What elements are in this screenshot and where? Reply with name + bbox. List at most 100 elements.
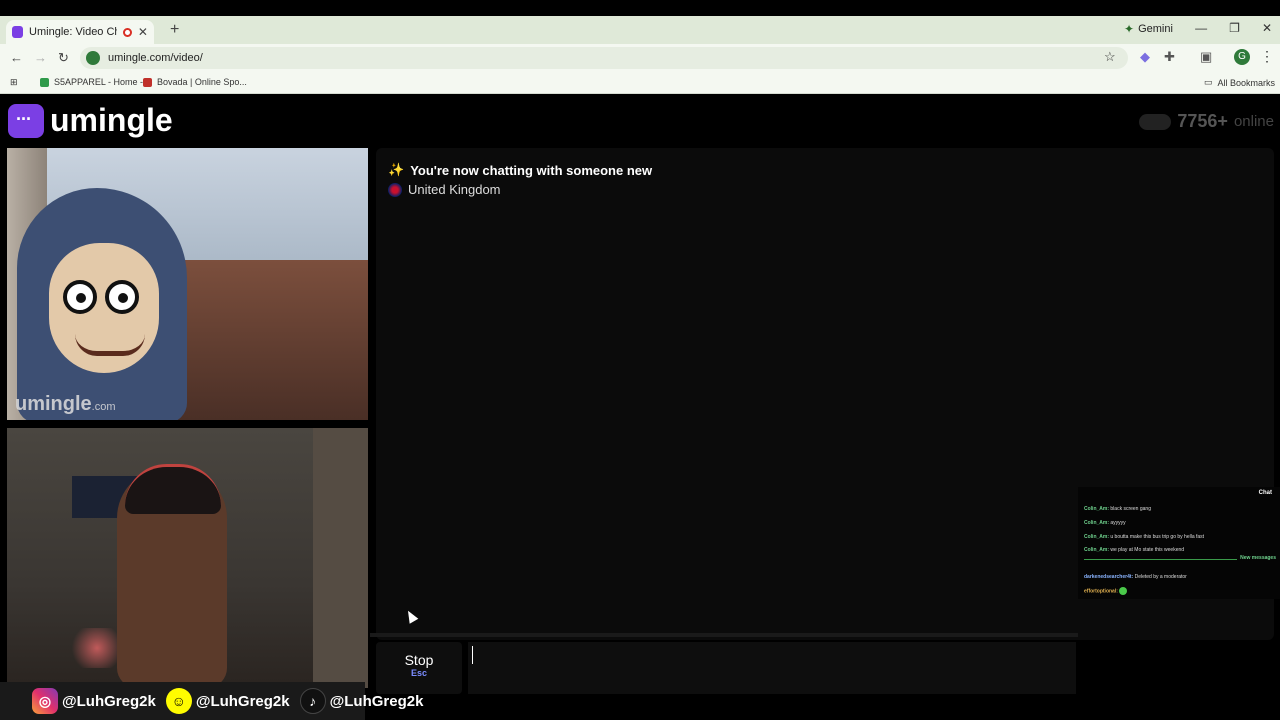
snapchat-icon: ☺ [165,688,192,714]
stream-chat-message: Colin_Am: black screen gang [1084,506,1151,512]
stream-chat-user: Colin_Am: [1084,506,1109,512]
text-caret [472,646,473,664]
social-handles: ◎ @LuhGreg2k ☺ @LuhGreg2k ♪ @LuhGreg2k [0,682,423,720]
close-tab-icon[interactable]: ✕ [138,25,148,39]
tiktok-icon: ♪ [299,688,326,714]
stranger-video: umingle.com [7,148,368,420]
menu-icon[interactable]: ⋮ [1260,48,1274,65]
bookmark-star-icon[interactable]: ☆ [1104,49,1116,65]
mask-eye [105,280,139,314]
extension-icon[interactable]: ◆ [1140,49,1150,65]
back-icon[interactable]: ← [10,50,23,65]
umingle-favicon-icon [12,26,24,38]
gemini-icon: ✦ [1124,22,1135,36]
minimize-icon[interactable]: — [1195,21,1207,35]
stream-chat-message: effortoptional: [1084,587,1128,595]
bookmark-favicon-icon [143,77,152,87]
online-label: online [1233,113,1274,130]
new-tab-button[interactable]: + [170,21,179,39]
system-message-text: You're now chatting with someone new [410,162,653,178]
page: umingle 7756+ online umingle.com ◎ @LuhG… [0,95,1280,720]
mask-smile [75,334,145,356]
folder-icon: ▭ [1204,77,1213,87]
browser-toolbar: ← → ↻ umingle.com/video/ ☆ ◆ ✚ ▣ G ⋮ [0,44,1280,72]
reload-icon[interactable]: ↻ [58,50,69,66]
mask-eye [63,280,97,314]
input-divider [370,633,1078,637]
stream-chat-user: Colin_Am: [1084,547,1109,553]
bookmark-item[interactable]: Bovada | Online Spo... [143,77,247,87]
recording-icon [123,27,132,37]
stop-label: Stop [404,652,434,668]
stream-chat-text: ayyyyy [1110,520,1126,526]
self-video [7,428,368,688]
online-count: 7756+ [1177,111,1228,131]
gemini-label: Gemini [1138,23,1173,35]
social-snapchat: ☺ @LuhGreg2k [165,688,290,714]
stream-chat-text: black screen gang [1110,506,1151,512]
puzzle-icon[interactable]: ✚ [1164,49,1175,65]
restore-icon[interactable]: ❐ [1229,21,1240,35]
watermark-suffix: .com [91,401,116,413]
video-background [178,260,368,420]
social-instagram: ◎ @LuhGreg2k [32,688,156,714]
online-toggle[interactable] [1139,113,1172,130]
window-controls: — ❐ ✕ [1195,21,1272,35]
country-name: United Kingdom [408,182,501,197]
stream-chat-text: u boutta make this bus trip go by hella … [1110,534,1205,540]
uk-flag-icon [388,182,402,197]
stream-chat-text: Deleted by a moderator [1134,574,1187,580]
apps-icon[interactable]: ⊞ [10,77,18,88]
bookmarks-bar: ⊞ S5APPAREL - Home -... Bovada | Online … [0,72,1280,94]
bookmark-item[interactable]: S5APPAREL - Home -... [40,77,151,87]
sidepanel-icon[interactable]: ▣ [1200,49,1212,65]
video-watermark: umingle.com [15,393,116,416]
stream-chat-header: Chat [1258,490,1272,496]
stream-chat-message: Colin_Am: ayyyyy [1084,520,1126,526]
social-handle: @LuhGreg2k [195,692,290,710]
new-messages-label: New messages [1237,555,1276,561]
logo-text: umingle [50,102,173,138]
stream-chat-user: Colin_Am: [1084,520,1109,526]
tab-title: Umingle: Video Chat with St [29,26,117,38]
site-info-icon[interactable] [86,51,100,65]
all-bookmarks-label: All Bookmarks [1217,77,1276,88]
video-background [313,428,368,688]
browser-tab[interactable]: Umingle: Video Chat with St ✕ [6,20,154,44]
address-bar[interactable]: umingle.com/video/ [80,47,1128,69]
instagram-icon: ◎ [32,688,58,714]
url-text[interactable]: umingle.com/video/ [108,52,203,64]
stop-button[interactable]: Stop Esc [376,642,462,694]
bookmark-favicon-icon [40,77,49,87]
close-window-icon[interactable]: ✕ [1262,21,1272,35]
stream-chat-user: Colin_Am: [1084,534,1109,540]
window-top-strip [0,0,1280,16]
stream-chat-user: effortoptional: [1084,588,1118,595]
site-logo[interactable]: umingle [8,102,173,139]
browser-tab-bar: Umingle: Video Chat with St ✕ + ✦ Gemini… [0,16,1280,44]
social-handle: @LuhGreg2k [329,692,424,710]
social-handle: @LuhGreg2k [62,692,156,710]
stop-shortcut: Esc [410,668,427,678]
stream-chat-user: darkenedsearcher4t: [1084,574,1134,580]
all-bookmarks[interactable]: ▭ All Bookmarks [1204,77,1275,88]
bookmark-label: Bovada | Online Spo... [157,77,247,87]
forward-icon[interactable]: → [34,50,47,65]
stream-chat-message: darkenedsearcher4t: Deleted by a moderat… [1084,574,1187,580]
stream-chat-message: Colin_Am: u boutta make this bus trip go… [1084,534,1204,540]
stream-chat-text: we play at Mo state this weekend [1110,547,1185,553]
watermark-text: umingle [15,393,92,415]
chat-bubble-icon [8,103,44,138]
sparkles-icon: ✨ [388,162,405,177]
stranger-country: United Kingdom [388,182,501,197]
gemini-button[interactable]: ✦ Gemini [1124,22,1173,36]
profile-avatar[interactable]: G [1234,49,1250,65]
stream-chat-message: Colin_Am: we play at Mo state this weeke… [1084,547,1184,553]
stream-chat-overlay: Chat Colin_Am: black screen gang Colin_A… [1078,487,1280,599]
bookmark-label: S5APPAREL - Home -... [54,77,151,87]
message-input[interactable] [468,642,1076,694]
online-indicator: 7756+ online [1139,111,1274,132]
self-cap [125,464,221,514]
emote-icon [1119,587,1128,595]
system-message: ✨ You're now chatting with someone new [388,162,652,178]
